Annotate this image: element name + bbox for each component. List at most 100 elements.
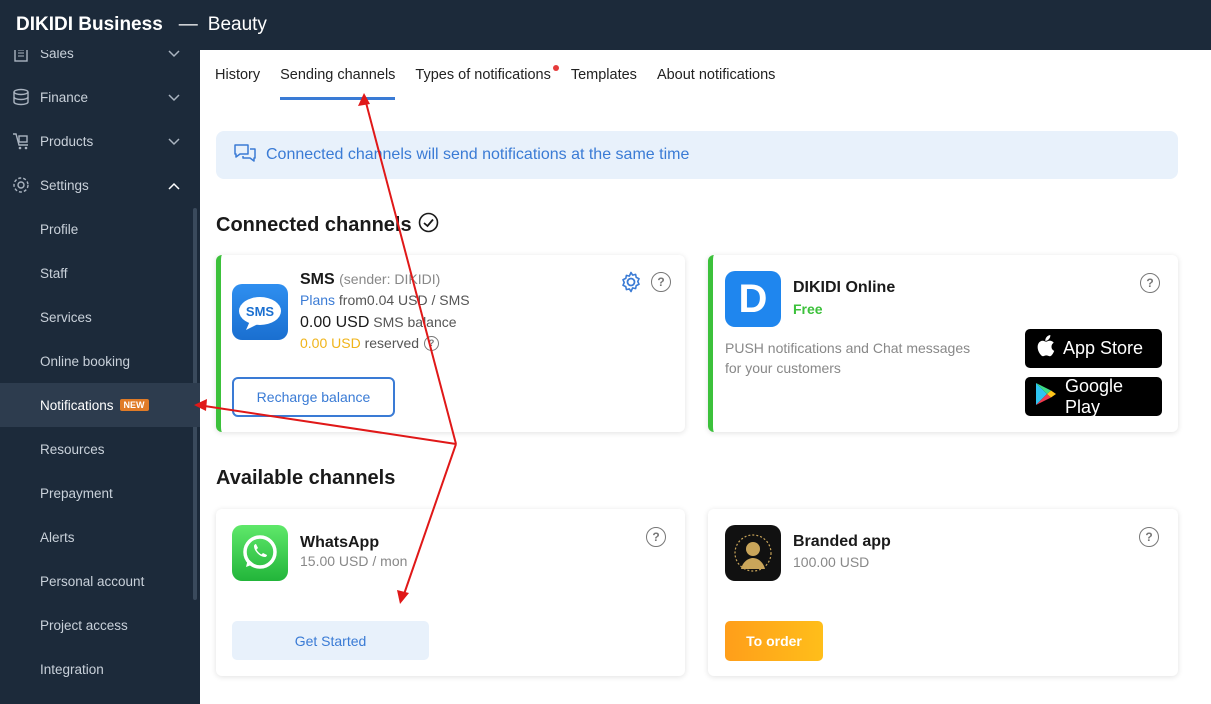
tab-sending-channels[interactable]: Sending channels xyxy=(280,62,396,100)
sidebar: Sales Finance Products Settings Profile … xyxy=(0,50,200,704)
sms-title: SMS (sender: DIKIDI) xyxy=(300,271,440,289)
sms-icon-text: SMS xyxy=(245,304,275,319)
sms-help-icon[interactable]: ? xyxy=(651,272,671,292)
branded-app-name: Branded app xyxy=(793,533,891,550)
sidebar-item-sales[interactable]: Sales xyxy=(0,50,200,75)
plans-price: from0.04 USD / SMS xyxy=(338,292,470,308)
branded-app-price: 100.00 USD xyxy=(793,554,870,570)
chevron-down-icon xyxy=(168,50,180,61)
cart-icon xyxy=(10,130,32,152)
sidebar-item-profile[interactable]: Profile xyxy=(0,207,200,251)
sidebar-item-label: Settings xyxy=(40,177,89,193)
sidebar-item-label: Staff xyxy=(40,265,68,281)
sidebar-item-settings[interactable]: Settings xyxy=(0,163,200,207)
tab-about-notifications[interactable]: About notifications xyxy=(657,62,776,100)
top-bar: DIKIDI Business — Beauty xyxy=(0,0,1211,50)
recharge-balance-button[interactable]: Recharge balance xyxy=(232,377,395,417)
chevron-down-icon xyxy=(168,90,180,105)
chevron-down-icon xyxy=(168,134,180,149)
dikidi-online-card: D DIKIDI Online Free PUSH notifications … xyxy=(708,255,1178,432)
branded-app-card: Branded app 100.00 USD ? To order xyxy=(708,509,1178,676)
unread-dot xyxy=(552,65,559,71)
sidebar-item-personal-account[interactable]: Personal account xyxy=(0,559,200,603)
sms-channel-card: SMS SMS (sender: DIKIDI) Plans from0.04 … xyxy=(216,255,685,432)
sidebar-item-label: Finance xyxy=(40,89,89,105)
sms-sender: (sender: DIKIDI) xyxy=(339,271,441,287)
gear-icon[interactable] xyxy=(620,271,642,298)
sidebar-item-label: Profile xyxy=(40,221,79,237)
branded-app-help-icon[interactable]: ? xyxy=(1139,527,1159,547)
info-banner: Connected channels will send notificatio… xyxy=(216,131,1178,179)
tab-history[interactable]: History xyxy=(215,62,260,100)
gear-icon xyxy=(10,174,32,196)
sidebar-item-integration[interactable]: Integration xyxy=(0,647,200,691)
sidebar-item-prepayment[interactable]: Prepayment xyxy=(0,471,200,515)
dikidi-description-2: for your customers xyxy=(725,360,841,376)
sms-name: SMS xyxy=(300,271,335,288)
dikidi-help-icon[interactable]: ? xyxy=(1140,273,1160,293)
sidebar-item-label: Prepayment xyxy=(40,485,113,501)
app-store-label: App Store xyxy=(1063,338,1144,358)
sidebar-item-notifications[interactable]: Notifications NEW xyxy=(0,383,200,427)
tab-label: Types of notifications xyxy=(415,67,551,83)
google-play-button[interactable]: Google Play xyxy=(1025,375,1162,417)
reserved-help-icon[interactable]: ? xyxy=(424,335,440,351)
sms-app-icon: SMS xyxy=(232,284,288,340)
sidebar-item-label: Notifications xyxy=(40,397,114,413)
reserved-amount: 0.00 USD xyxy=(300,335,361,351)
tab-types-of-notifications[interactable]: Types of notifications xyxy=(415,62,559,100)
chevron-up-icon xyxy=(168,178,180,193)
workspace-name[interactable]: Beauty xyxy=(208,14,267,36)
new-badge: NEW xyxy=(119,399,149,411)
sms-balance-value: 0.00 USD xyxy=(300,314,370,331)
plans-link[interactable]: Plans xyxy=(300,292,335,308)
to-order-button[interactable]: To order xyxy=(725,621,823,661)
app-store-button[interactable]: App Store xyxy=(1025,329,1162,368)
connected-channels-title: Connected channels xyxy=(216,212,439,239)
sidebar-item-label: Personal account xyxy=(40,573,145,589)
sidebar-item-products[interactable]: Products xyxy=(0,119,200,163)
brand-separator: — xyxy=(178,14,198,35)
check-circle-icon xyxy=(418,212,439,239)
sms-reserved-line: 0.00 USD reserved? xyxy=(300,335,440,351)
apple-icon xyxy=(1035,334,1055,363)
chat-bubbles-icon xyxy=(232,142,258,169)
sidebar-item-project-access[interactable]: Project access xyxy=(0,603,200,647)
sidebar-item-label: Sales xyxy=(40,50,74,61)
google-play-label: Google Play xyxy=(1065,375,1124,417)
dikidi-description-1: PUSH notifications and Chat messages xyxy=(725,340,971,356)
reserved-label: reserved xyxy=(364,335,420,351)
whatsapp-name: WhatsApp xyxy=(300,534,380,551)
sidebar-item-online-booking[interactable]: Online booking xyxy=(0,339,200,383)
brand-name[interactable]: DIKIDI Business xyxy=(16,14,163,36)
whatsapp-channel-card: WhatsApp 15.00 USD / mon ? Get Started xyxy=(216,509,685,676)
whatsapp-help-icon[interactable]: ? xyxy=(646,527,666,547)
get-started-button[interactable]: Get Started xyxy=(232,621,429,660)
whatsapp-price: 15.00 USD / mon xyxy=(300,553,408,569)
whatsapp-icon xyxy=(232,525,288,581)
sidebar-item-label: Products xyxy=(40,133,94,149)
dikidi-name: DIKIDI Online xyxy=(793,279,896,296)
sms-balance-label: SMS balance xyxy=(373,314,457,330)
notification-tabs: History Sending channels Types of notifi… xyxy=(215,62,795,100)
dikidi-price: Free xyxy=(793,301,823,317)
sidebar-item-label: Services xyxy=(40,309,92,325)
branded-app-icon xyxy=(725,525,781,581)
receipt-icon xyxy=(10,50,32,64)
sidebar-item-staff[interactable]: Staff xyxy=(0,251,200,295)
coins-icon xyxy=(10,86,32,108)
sidebar-item-services[interactable]: Services xyxy=(0,295,200,339)
available-channels-title: Available channels xyxy=(216,467,396,489)
sidebar-item-alerts[interactable]: Alerts xyxy=(0,515,200,559)
sms-balance-line: 0.00 USD SMS balance xyxy=(300,314,457,332)
section-title-text: Connected channels xyxy=(216,214,412,236)
dikidi-app-icon: D xyxy=(725,271,781,327)
sidebar-item-resources[interactable]: Resources xyxy=(0,427,200,471)
tab-templates[interactable]: Templates xyxy=(571,62,637,100)
sidebar-item-label: Integration xyxy=(40,661,104,677)
sidebar-item-finance[interactable]: Finance xyxy=(0,75,200,119)
banner-text: Connected channels will send notificatio… xyxy=(266,146,690,163)
sidebar-item-label: Project access xyxy=(40,617,128,633)
sidebar-item-label: Resources xyxy=(40,441,105,457)
sidebar-item-label: Alerts xyxy=(40,529,75,545)
